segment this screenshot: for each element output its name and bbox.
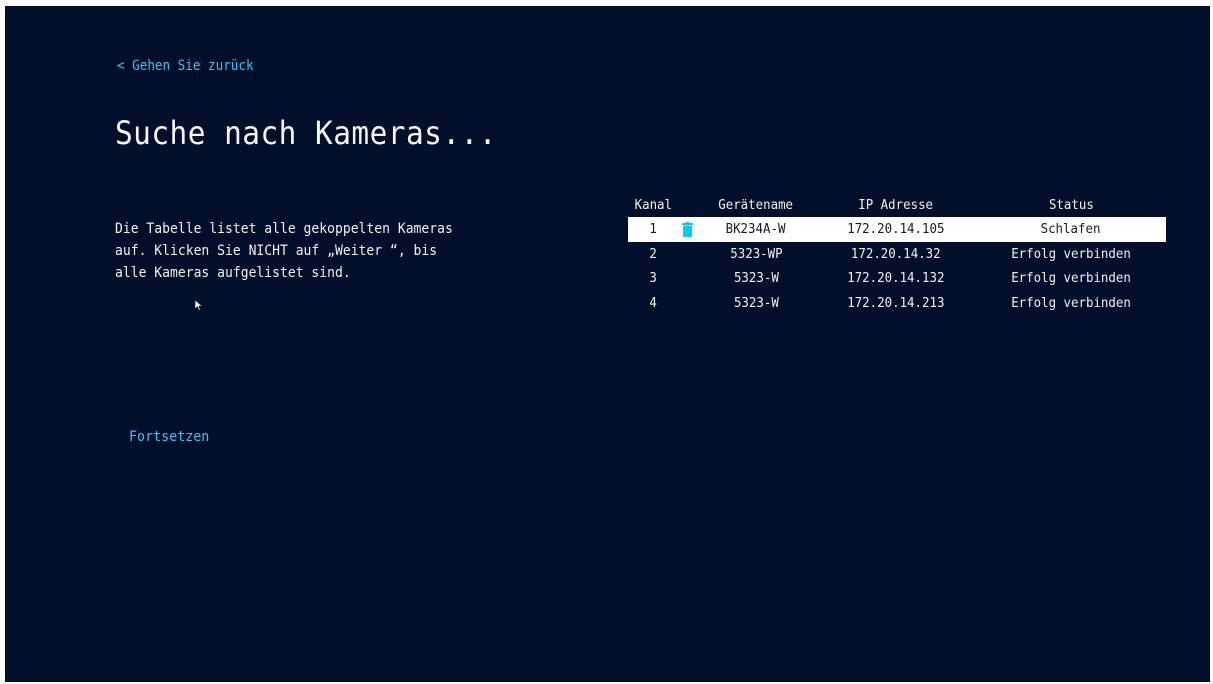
cell-delete[interactable] bbox=[678, 217, 696, 242]
back-link[interactable]: < Gehen Sie zurück bbox=[117, 58, 254, 74]
cell-device-name: 5323-W bbox=[733, 270, 779, 287]
column-header-device-name: Gerätename bbox=[718, 196, 794, 213]
instruction-line: alle Kameras aufgelistet sind. bbox=[115, 265, 351, 281]
instruction-text: Die Tabelle listet alle gekoppelten Kame… bbox=[115, 218, 453, 284]
cell-kanal: 4 bbox=[649, 294, 657, 311]
table-row[interactable]: 1 BK234A-W 172.20.14.105 Schlafen bbox=[628, 217, 1166, 242]
cell-kanal: 3 bbox=[649, 270, 657, 287]
table-row[interactable]: 2 5323-WP 172.20.14.32 Erfolg verbinden bbox=[628, 242, 1166, 267]
column-header-kanal: Kanal bbox=[634, 196, 672, 213]
instruction-line: Die Tabelle listet alle gekoppelten Kame… bbox=[115, 221, 453, 237]
cell-status: Erfolg verbinden bbox=[1011, 294, 1131, 311]
column-header-spacer bbox=[678, 192, 696, 217]
cell-ip-address: 172.20.14.105 bbox=[816, 217, 976, 242]
cell-delete bbox=[678, 266, 696, 291]
table-row[interactable]: 4 5323-W 172.20.14.213 Erfolg verbinden bbox=[628, 291, 1166, 316]
cell-delete bbox=[678, 291, 696, 316]
table-header-row: Kanal Gerätename IP Adresse Status bbox=[628, 192, 1166, 217]
cell-delete bbox=[678, 242, 696, 267]
instruction-line: auf. Klicken Sie NICHT auf „Weiter “, bi… bbox=[115, 243, 438, 259]
camera-search-screen: < Gehen Sie zurück Suche nach Kameras...… bbox=[5, 6, 1210, 682]
continue-button[interactable]: Fortsetzen bbox=[129, 429, 209, 445]
cell-kanal: 2 bbox=[649, 245, 657, 262]
cell-device-name: 5323-WP bbox=[729, 245, 783, 262]
cell-kanal: 1 bbox=[628, 217, 678, 242]
column-header-ip-address: IP Adresse bbox=[858, 196, 934, 213]
camera-table: Kanal Gerätename IP Adresse Status 1 BK2… bbox=[628, 192, 1166, 315]
cell-device-name: 5323-W bbox=[733, 294, 779, 311]
cell-device-name: BK234A-W bbox=[696, 217, 816, 242]
trash-icon[interactable] bbox=[681, 221, 693, 237]
cell-ip-address: 172.20.14.213 bbox=[847, 294, 945, 311]
cell-status: Schlafen bbox=[976, 217, 1166, 242]
table-row[interactable]: 3 5323-W 172.20.14.132 Erfolg verbinden bbox=[628, 266, 1166, 291]
cell-status: Erfolg verbinden bbox=[1011, 270, 1131, 287]
column-header-status: Status bbox=[1048, 196, 1094, 213]
cell-ip-address: 172.20.14.32 bbox=[851, 245, 941, 262]
cell-ip-address: 172.20.14.132 bbox=[847, 270, 945, 287]
page-title: Suche nach Kameras... bbox=[115, 114, 497, 152]
cell-status: Erfolg verbinden bbox=[1011, 245, 1131, 262]
